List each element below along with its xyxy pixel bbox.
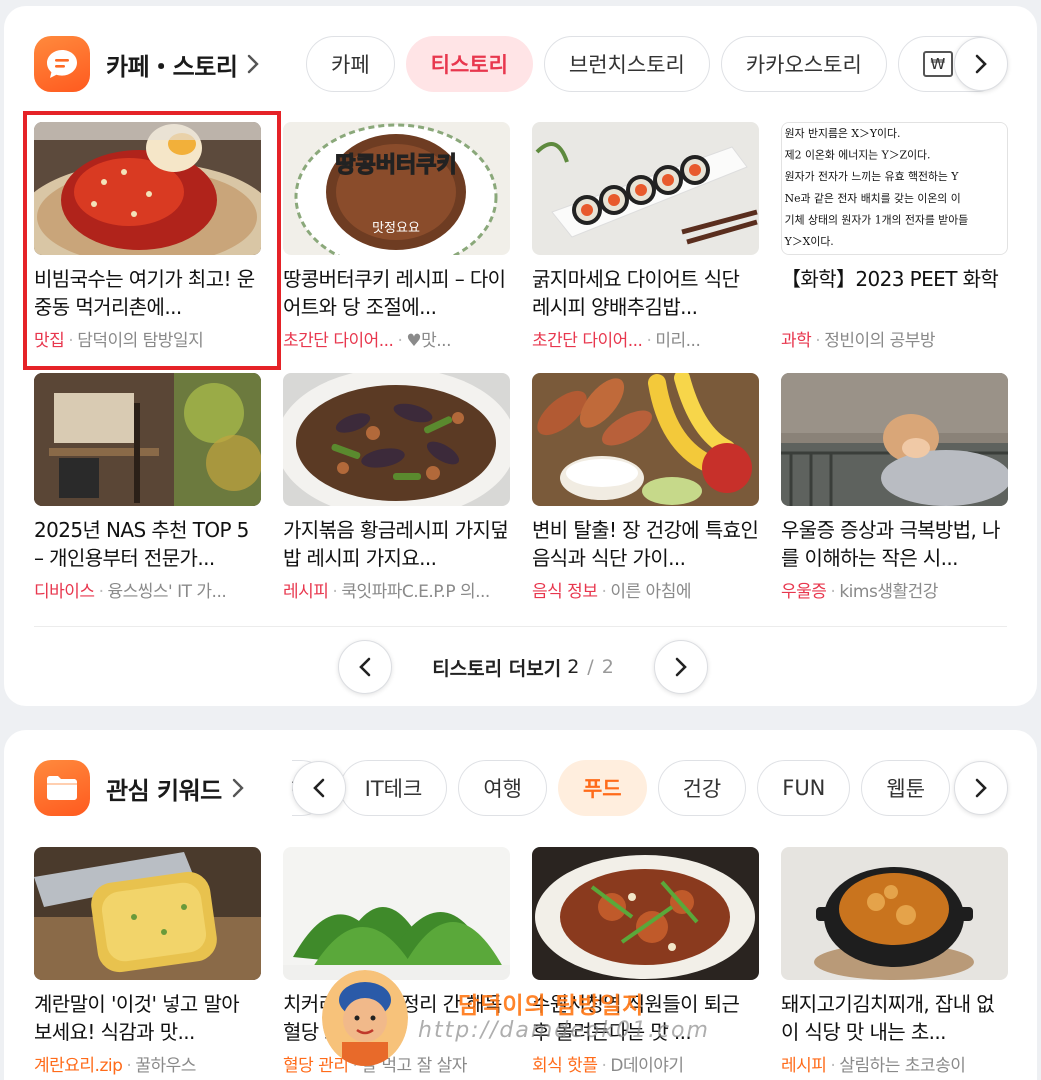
tabs-next-button[interactable] [954, 37, 1008, 91]
story-title: 땅콩버터쿠키 레시피 – 다이어트와 당 조절에... [283, 267, 506, 319]
tab-food[interactable]: 푸드 [557, 760, 647, 816]
folder-icon [34, 760, 90, 816]
story-meta: 우울증 · kims생활건강 [781, 582, 938, 602]
story-meta: 레시피 · 쿡잇파파C.E.P.P 의... [283, 582, 490, 602]
story-meta: 음식 정보 · 이른 아침에 [532, 582, 691, 602]
page-separator: / [587, 656, 594, 678]
keyword-title: 돼지고기김치찌개, 잡내 없이 식당 맛 내는 초... [781, 992, 995, 1044]
svg-text:Y＞X이다.: Y＞X이다. [784, 235, 834, 248]
tab-webtoon[interactable]: 웹툰 [861, 760, 951, 816]
keyword-title: 치커리 효능 총정리 간 해독 혈당 조절... [283, 992, 502, 1044]
keyword-meta: 회식 핫플 · D데이야기 [532, 1056, 684, 1076]
svg-text:원자 반지름은 X＞Y이다.: 원자 반지름은 X＞Y이다. [785, 127, 901, 140]
story-meta: 디바이스 · 융스씽스' IT 가... [34, 582, 227, 602]
cookie-overlay-subtext: 맛정요요 [372, 221, 420, 236]
chevron-left-icon [313, 778, 325, 798]
section-title: 관심 키워드 [106, 776, 222, 805]
keyword-card[interactable]: 치커리 효능 총정리 간 해독 혈당 조절... 혈당 관리 · 잘 먹고 잘 살자 [283, 847, 510, 1076]
cafe-story-section: 카페・스토리 카페 티스토리 브런치스토리 카카오스토리 ₩응 [4, 6, 1037, 706]
cookie-overlay-text: 땅콩버터쿠키 [335, 153, 456, 178]
story-card[interactable]: 변비 탈출! 장 건강에 특효인 음식과 식단 가이... 음식 정보 · 이른 아… [532, 373, 759, 602]
svg-text:원자가 전자가 느끼는 유효 핵전하는 Y: 원자가 전자가 느끼는 유효 핵전하는 Y [785, 169, 960, 183]
desk-thumbnail [34, 373, 261, 506]
tab-brunch-story[interactable]: 브런치스토리 [543, 36, 710, 92]
spicy-salad-thumbnail [532, 847, 759, 980]
story-title: 변비 탈출! 장 건강에 특효인 음식과 식단 가이... [532, 518, 759, 570]
sad-woman-thumbnail [781, 373, 1008, 506]
story-card[interactable]: 땅콩버터쿠키 맛정요요 땅콩버터쿠키 레시피 – 다이어트와 당 조절에... … [283, 122, 510, 351]
story-meta: 초간단 다이어... · 미리... [532, 331, 701, 351]
story-card[interactable]: 가지볶음 황금레시피 가지덮밥 레시피 가지요... 레시피 · 쿡잇파파C.E.P… [283, 373, 510, 602]
peanut-cookie-thumbnail: 땅콩버터쿠키 맛정요요 [283, 122, 510, 255]
bibim-noodles-thumbnail [34, 122, 261, 255]
story-card[interactable]: 원자 반지름은 X＞Y이다. 제2 이온화 에너지는 Y＞Z이다. 원자가 전자… [781, 122, 1008, 351]
kimchi-stew-thumbnail [781, 847, 1008, 980]
keyword-grid: 계란말이 '이것' 넣고 말아 보세요! 식감과 맛... 계란요리.zip · 꿀… [34, 847, 1008, 1076]
healthy-foods-thumbnail [532, 373, 759, 506]
chevron-right-icon [975, 778, 987, 798]
chevron-right-icon [248, 54, 260, 74]
keyword-meta: 레시피 · 살림하는 초코송이 [781, 1056, 966, 1076]
keyword-tabs: 동차 IT테크 여행 푸드 건강 FUN 웹툰 [292, 760, 1006, 816]
omelet-thumbnail [34, 847, 261, 980]
next-page-button[interactable] [654, 640, 708, 694]
story-card[interactable]: 우울증 증상과 극복방법, 나를 이해하는 작은 시... 우울증 · kims생활… [781, 373, 1008, 602]
keyword-meta: 혈당 관리 · 잘 먹고 잘 살자 [283, 1056, 467, 1076]
story-title: 굵지마세요 다이어트 식단 레시피 양배추김밥... [532, 267, 740, 319]
story-grid-row-1: 비빔국수는 여기가 최고! 운중동 먹거리촌에... 맛집 · 담덕이의 탐방일지 … [34, 122, 1008, 351]
tab-health[interactable]: 건강 [657, 760, 747, 816]
svg-text:Ne과 같은 전자 배치를 갖는 이온의 이: Ne과 같은 전자 배치를 갖는 이온의 이 [785, 192, 961, 205]
interest-keywords-header[interactable]: 관심 키워드 [34, 760, 246, 816]
kimbap-thumbnail [532, 122, 759, 255]
story-card[interactable]: 2025년 NAS 추천 TOP 5 – 개인용부터 전문가... 디바이스 · 융… [34, 373, 261, 602]
chevron-right-icon [975, 54, 987, 74]
svg-text:제2 이온화 에너지는 Y＞Z이다.: 제2 이온화 에너지는 Y＞Z이다. [785, 148, 931, 161]
story-meta: 맛집 · 담덕이의 탐방일지 [34, 331, 204, 351]
chemistry-text-thumbnail: 원자 반지름은 X＞Y이다. 제2 이온화 에너지는 Y＞Z이다. 원자가 전자… [781, 122, 1008, 255]
story-card[interactable]: 굵지마세요 다이어트 식단 레시피 양배추김밥... 초간단 다이어... · 미리… [532, 122, 759, 351]
page-total: 2 [601, 656, 614, 678]
page-current: 2 [567, 656, 580, 678]
story-meta: 초간단 다이어... · ♥맛... [283, 331, 451, 351]
chicory-thumbnail [283, 847, 510, 980]
story-title: 2025년 NAS 추천 TOP 5 – 개인용부터 전문가... [34, 518, 249, 570]
story-title: 【화학】2023 PEET 화학 [781, 267, 999, 291]
svg-text:기체 상태의 원자가 1개의 전자를 받아들: 기체 상태의 원자가 1개의 전자를 받아들 [785, 213, 969, 226]
story-meta: 과학 · 정빈이의 공부방 [781, 331, 936, 351]
chevron-right-icon [232, 778, 244, 798]
keyword-card[interactable]: 수원시청역 직원들이 퇴근 후 몰려든다는 맛 ... 회식 핫플 · D데이야기 [532, 847, 759, 1076]
keyword-title: 계란말이 '이것' 넣고 말아 보세요! 식감과 맛... [34, 992, 240, 1044]
section-title: 카페・스토리 [106, 52, 238, 81]
story-title: 가지볶음 황금레시피 가지덮밥 레시피 가지요... [283, 518, 509, 570]
cafe-story-header[interactable]: 카페・스토리 [34, 36, 261, 92]
tab-it-tech[interactable]: IT테크 [339, 760, 448, 816]
more-tistory-label[interactable]: 티스토리 더보기 2 / 2 [338, 640, 708, 694]
story-title: 우울증 증상과 극복방법, 나를 이해하는 작은 시... [781, 518, 1000, 570]
story-title: 비빔국수는 여기가 최고! 운중동 먹거리촌에... [34, 267, 255, 319]
tab-tistory[interactable]: 티스토리 [405, 36, 533, 92]
story-grid-row-2: 2025년 NAS 추천 TOP 5 – 개인용부터 전문가... 디바이스 · 융… [34, 373, 1008, 602]
tab-fun[interactable]: FUN [757, 760, 851, 816]
story-tabs: 카페 티스토리 브런치스토리 카카오스토리 ₩응 [306, 36, 1006, 92]
pagination: 티스토리 더보기 2 / 2 [338, 640, 708, 694]
keyword-card[interactable]: 계란말이 '이것' 넣고 말아 보세요! 식감과 맛... 계란요리.zip · 꿀… [34, 847, 261, 1076]
keyword-meta: 계란요리.zip · 꿀하우스 [34, 1056, 196, 1076]
divider [34, 626, 1007, 627]
tabs-next-button[interactable] [954, 761, 1008, 815]
tab-cafe[interactable]: 카페 [306, 36, 395, 92]
keyword-title: 수원시청역 직원들이 퇴근 후 몰려든다는 맛 ... [532, 992, 740, 1044]
keyword-card[interactable]: 돼지고기김치찌개, 잡내 없이 식당 맛 내는 초... 레시피 · 살림하는 초코… [781, 847, 1008, 1076]
won-icon: ₩ [922, 51, 953, 77]
tab-travel[interactable]: 여행 [458, 760, 547, 816]
tab-kakao-story[interactable]: 카카오스토리 [720, 36, 887, 92]
eggplant-stirfry-thumbnail [283, 373, 510, 506]
chevron-right-icon [675, 657, 687, 677]
speech-bubble-icon [34, 36, 90, 92]
tabs-prev-button[interactable] [292, 761, 346, 815]
story-card[interactable]: 비빔국수는 여기가 최고! 운중동 먹거리촌에... 맛집 · 담덕이의 탐방일지 [34, 122, 261, 351]
interest-keywords-section: 관심 키워드 동차 IT테크 여행 푸드 건강 FUN 웹툰 [4, 730, 1037, 1080]
